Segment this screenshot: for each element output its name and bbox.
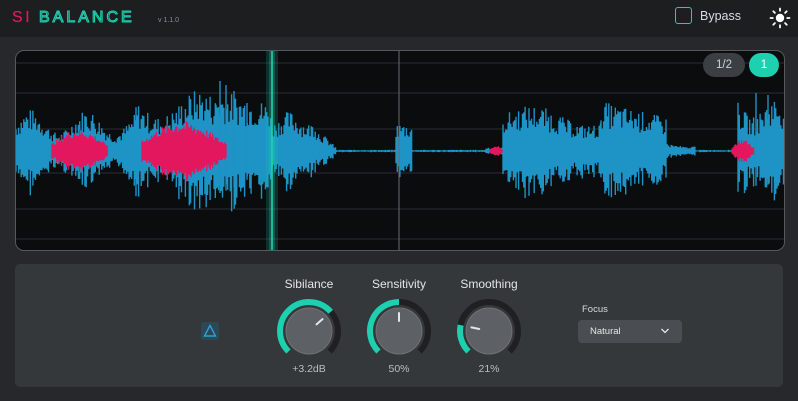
sibilance-control: Sibilance +3.2dB <box>264 277 354 375</box>
focus-dropdown[interactable]: Natural <box>578 320 682 343</box>
logo-suffix: BALANCE <box>39 9 135 24</box>
zoom-half-button[interactable]: 1/2 <box>703 53 745 77</box>
focus-selected-value: Natural <box>590 326 621 337</box>
sun-icon[interactable] <box>769 7 791 29</box>
smoothing-label: Smoothing <box>460 277 518 291</box>
smoothing-control: Smoothing 21% <box>444 277 534 375</box>
app-logo: SI BALANCE <box>12 8 152 24</box>
sensitivity-control: Sensitivity 50% <box>354 277 444 375</box>
top-bar: SI BALANCE v 1.1.0 Bypass <box>0 0 798 37</box>
waveform-canvas[interactable] <box>16 51 784 250</box>
focus-label: Focus <box>582 304 608 315</box>
sibilance-value: +3.2dB <box>292 363 326 375</box>
sensitivity-knob[interactable] <box>365 297 433 365</box>
sibilance-knob[interactable] <box>275 297 343 365</box>
sensitivity-label: Sensitivity <box>371 277 427 291</box>
version-label: v 1.1.0 <box>158 17 180 24</box>
chevron-down-icon <box>661 328 669 334</box>
sensitivity-value: 50% <box>388 363 410 375</box>
bypass-checkbox[interactable] <box>675 7 692 24</box>
bypass-toggle[interactable]: Bypass <box>675 7 741 24</box>
smoothing-value: 21% <box>478 363 500 375</box>
bypass-label: Bypass <box>700 8 741 23</box>
waveform-display[interactable] <box>15 50 785 251</box>
signal-waveform <box>16 81 784 212</box>
playhead-cursor <box>266 51 278 250</box>
delta-button[interactable] <box>201 322 219 340</box>
sibilance-label: Sibilance <box>284 277 334 291</box>
smoothing-knob[interactable] <box>455 297 523 365</box>
zoom-one-button[interactable]: 1 <box>749 53 779 77</box>
logo-prefix: SI <box>12 9 32 24</box>
delta-icon <box>203 323 217 337</box>
